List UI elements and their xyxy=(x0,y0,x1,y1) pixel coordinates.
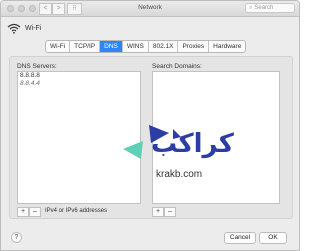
watermark-url: krakb.com xyxy=(156,169,203,180)
network-preferences-window: < > ⠿ Network ⌕ Search Wi-Fi Wi-Fi TCP/IP… xyxy=(0,0,300,251)
tab-wins[interactable]: WINS xyxy=(123,41,149,52)
tab-tcpip[interactable]: TCP/IP xyxy=(70,41,101,52)
tab-wifi[interactable]: Wi-Fi xyxy=(46,41,71,52)
search-domain-add-remove-controls: + – xyxy=(152,207,176,217)
dialog-footer: ? Cancel OK xyxy=(1,225,299,250)
dns-add-remove-controls: + – xyxy=(17,207,41,217)
help-button[interactable]: ? xyxy=(11,232,22,243)
krakb-watermark: كراكب krakb.com xyxy=(123,119,239,189)
dns-servers-label: DNS Servers: xyxy=(17,63,57,70)
watermark-arabic-text: كراكب xyxy=(151,129,234,159)
dns-address-hint: IPv4 or IPv6 addresses xyxy=(45,208,108,214)
tab-8021x[interactable]: 802.1X xyxy=(149,41,179,52)
list-item[interactable]: 8.8.8.8 xyxy=(18,72,140,80)
wifi-icon xyxy=(7,23,21,34)
ok-button[interactable]: OK xyxy=(259,232,287,244)
settings-tab-bar: Wi-Fi TCP/IP DNS WINS 802.1X Proxies Har… xyxy=(45,40,247,53)
network-service-name: Wi-Fi xyxy=(25,24,42,32)
tab-proxies[interactable]: Proxies xyxy=(178,41,210,52)
title-bar: < > ⠿ Network ⌕ Search xyxy=(1,1,299,17)
add-search-domain-button[interactable]: + xyxy=(152,207,164,217)
add-dns-server-button[interactable]: + xyxy=(17,207,29,217)
tab-hardware[interactable]: Hardware xyxy=(209,41,245,52)
cancel-button[interactable]: Cancel xyxy=(224,232,256,244)
tab-dns[interactable]: DNS xyxy=(100,41,123,52)
network-service-header: Wi-Fi xyxy=(7,21,41,35)
search-icon: ⌕ xyxy=(249,5,253,11)
remove-dns-server-button[interactable]: – xyxy=(29,207,41,217)
list-item[interactable]: 8.8.4.4 xyxy=(18,80,140,88)
search-field[interactable]: ⌕ Search xyxy=(245,3,295,13)
remove-search-domain-button[interactable]: – xyxy=(164,207,176,217)
search-domains-label: Search Domains: xyxy=(152,63,202,70)
search-placeholder: Search xyxy=(254,5,274,11)
